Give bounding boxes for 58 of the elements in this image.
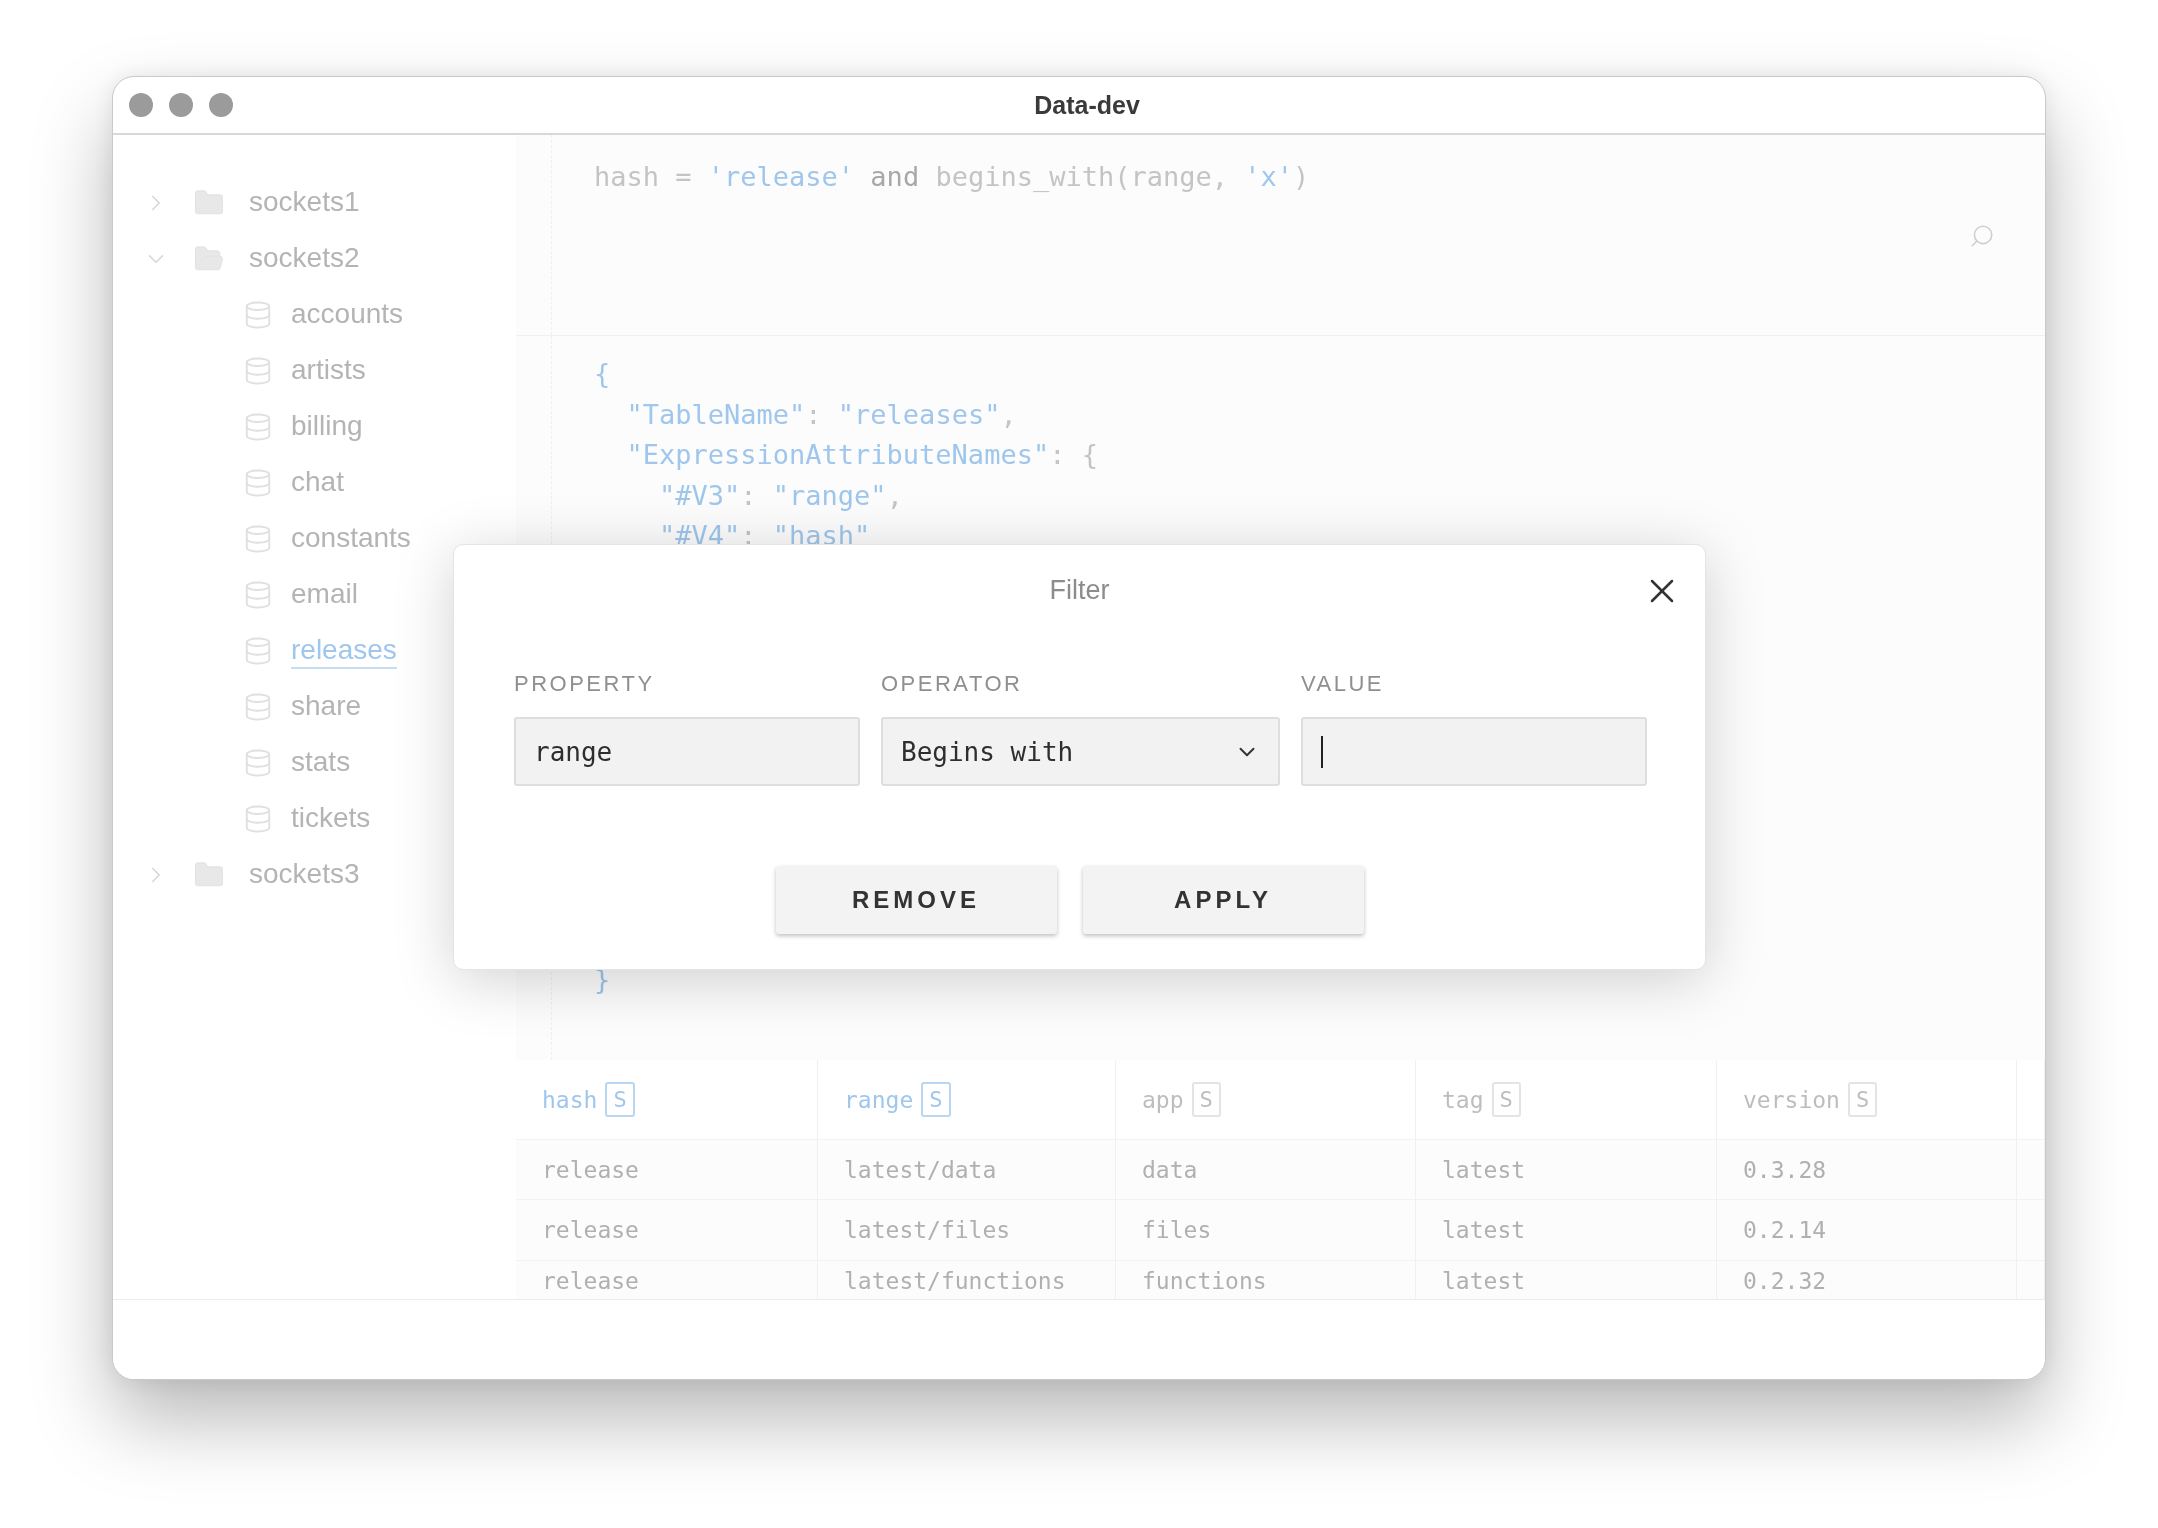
sidebar-item[interactable]: sockets2 [249, 241, 360, 277]
sidebar-item[interactable]: releases [291, 633, 397, 669]
table-cell: data [1116, 1140, 1416, 1200]
code-line: { [594, 357, 612, 391]
table-cell: 0.3.28 [1717, 1140, 2017, 1200]
database-icon [243, 300, 273, 330]
window-title: Data-dev [1034, 90, 1140, 120]
code-line: "ExpressionAttributeNames": { [625, 438, 1099, 472]
database-icon [243, 748, 273, 778]
field-label: OPERATOR [881, 671, 1024, 697]
sidebar-item[interactable]: stats [291, 745, 351, 781]
column-header[interactable]: hash S [516, 1060, 818, 1139]
dialog-title: Filter [1049, 574, 1110, 606]
sidebar-item[interactable]: accounts [291, 297, 404, 333]
table-cell: latest/files [818, 1200, 1116, 1260]
input-field[interactable]: range [514, 717, 860, 786]
dialog-button[interactable]: APPLY [1082, 866, 1364, 934]
operator-select[interactable]: Begins with [881, 717, 1280, 786]
sidebar-item[interactable]: chat [291, 465, 344, 501]
database-icon [243, 580, 273, 610]
column-header[interactable]: tag S [1416, 1060, 1717, 1139]
sidebar-item[interactable]: billing [291, 409, 363, 445]
table-cell: 0.2.14 [1717, 1200, 2017, 1260]
sidebar-item[interactable]: constants [291, 521, 411, 557]
input-field[interactable] [1301, 717, 1647, 786]
sidebar-item[interactable]: share [291, 689, 362, 725]
window-control[interactable] [209, 93, 233, 117]
code-line: hash = 'release' and begins_with(range, 'x') [594, 160, 1310, 194]
database-icon [243, 804, 273, 834]
window-control[interactable] [129, 93, 153, 117]
database-icon [243, 468, 273, 498]
code-line: "TableName": "releases", [625, 397, 1018, 432]
search-icon[interactable] [1969, 223, 1995, 249]
database-icon [243, 524, 273, 554]
table-cell: latest [1416, 1140, 1717, 1200]
table-cell: latest [1416, 1200, 1717, 1260]
field-label: PROPERTY [514, 671, 656, 697]
dialog-button[interactable]: REMOVE [775, 866, 1057, 934]
code-line: "#V3": "range", [658, 478, 904, 513]
sidebar-item[interactable]: sockets3 [249, 857, 360, 893]
table-cell: release [516, 1200, 818, 1260]
sidebar-item[interactable]: tickets [291, 801, 371, 837]
query-editor[interactable]: hash = 'release' and begins_with(range, 'x') [516, 135, 2045, 336]
column-header[interactable]: version S [1717, 1060, 2017, 1139]
table-cell: files [1116, 1200, 1416, 1260]
table-cell: release [516, 1140, 818, 1200]
column-header[interactable]: app S [1116, 1060, 1416, 1139]
database-icon [243, 692, 273, 722]
database-icon [243, 356, 273, 386]
column-header[interactable]: range S [818, 1060, 1116, 1139]
table-cell: latest/data [818, 1140, 1116, 1200]
sidebar-item[interactable]: artists [291, 353, 366, 389]
window-control[interactable] [169, 93, 193, 117]
sidebar-item[interactable]: sockets1 [249, 185, 360, 221]
field-label: VALUE [1301, 671, 1385, 697]
sidebar-item[interactable]: email [291, 577, 358, 613]
database-icon [243, 412, 273, 442]
database-icon [243, 636, 273, 666]
